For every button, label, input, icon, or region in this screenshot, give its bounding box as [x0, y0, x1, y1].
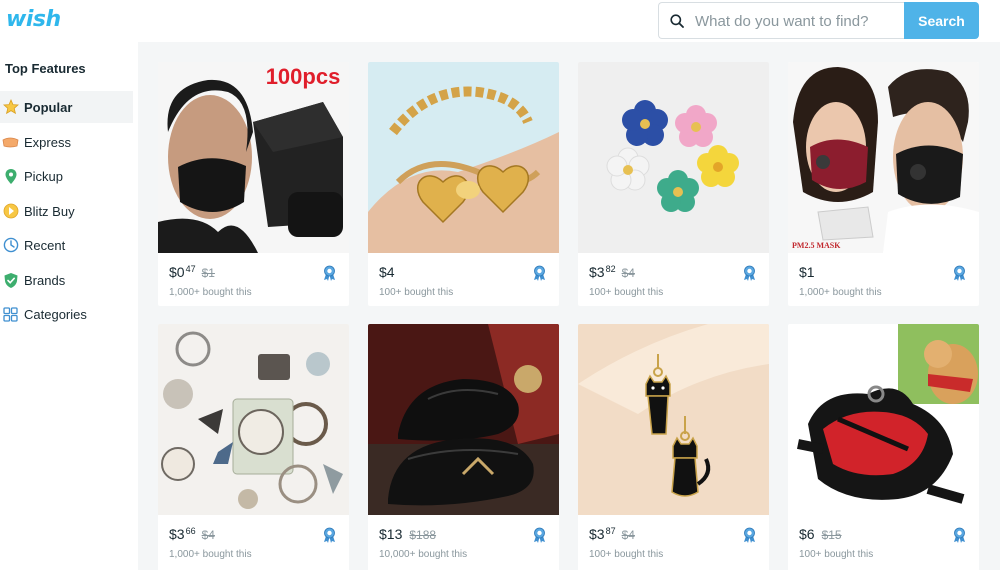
price: $13 $188 [379, 526, 436, 542]
product-image-vintage-stickers[interactable] [158, 324, 349, 515]
search-input[interactable] [695, 10, 895, 32]
original-price: $4 [621, 528, 635, 542]
product-card[interactable]: 100pcs $0 47 $1 1,000+ bought this [158, 62, 349, 306]
ribbon-badge-icon [534, 265, 545, 281]
product-image-pm25-face-masks[interactable]: PM2.5 MASK [788, 62, 979, 253]
original-price: $4 [201, 528, 215, 542]
price: $3 82 $4 [589, 264, 635, 280]
search-box[interactable] [658, 2, 905, 39]
ribbon-badge-icon [324, 265, 335, 281]
express-icon [2, 134, 19, 151]
price-main: $6 [799, 526, 815, 542]
original-price: $15 [821, 528, 842, 542]
ribbon-badge-icon [954, 527, 965, 543]
price: $6 $15 [799, 526, 842, 542]
product-card[interactable]: $4 100+ bought this [368, 62, 559, 306]
price-cents: 87 [605, 526, 616, 536]
price-main: $3 [169, 526, 185, 542]
star-icon [2, 99, 19, 116]
blitz-buy-icon [2, 203, 19, 220]
sidebar-item-pickup[interactable]: Pickup [0, 160, 133, 192]
search-button[interactable]: Search [904, 2, 979, 39]
grid-icon [2, 306, 19, 323]
product-card[interactable]: PM2.5 MASK $1 1,000+ bought this [788, 62, 979, 306]
sidebar-item-label: Brands [24, 272, 66, 288]
product-card[interactable]: $6 $15 100+ bought this [788, 324, 979, 574]
product-image-gold-heart-bracelet[interactable] [368, 62, 559, 253]
price-main: $0 [169, 264, 185, 280]
original-price: $4 [621, 266, 635, 280]
bought-count: 1,000+ bought this [799, 287, 882, 298]
price-main: $4 [379, 264, 395, 280]
image-text: PM2.5 MASK [792, 241, 841, 250]
price-cents: 47 [185, 264, 196, 274]
bought-count: 100+ bought this [589, 287, 664, 298]
sidebar-item-recent[interactable]: Recent [0, 229, 133, 261]
search-icon [670, 14, 684, 28]
image-text: 100pcs [266, 64, 341, 89]
price: $3 66 $4 [169, 526, 215, 542]
original-price: $188 [409, 528, 437, 542]
clock-icon [2, 237, 19, 254]
price: $0 47 $1 [169, 264, 215, 280]
product-card[interactable]: $3 66 $4 1,000+ bought this [158, 324, 349, 574]
product-card[interactable]: $3 87 $4 100+ bought this [578, 324, 769, 574]
original-price: $1 [201, 266, 215, 280]
product-card[interactable]: $3 82 $4 100+ bought this [578, 62, 769, 306]
product-image-black-leather-shoes[interactable] [368, 324, 559, 515]
sidebar-item-blitz-buy[interactable]: Blitz Buy [0, 195, 133, 227]
sidebar-item-label: Categories [24, 306, 87, 322]
sidebar-item-label: Pickup [24, 168, 64, 184]
brand-shield-icon [2, 272, 19, 289]
sidebar-item-label: Express [24, 134, 71, 150]
sidebar-item-brands[interactable]: Brands [0, 264, 133, 296]
ribbon-badge-icon [534, 527, 545, 543]
sidebar-item-popular[interactable]: Popular [0, 91, 133, 123]
product-image-black-face-masks[interactable]: 100pcs [158, 62, 349, 253]
bought-count: 100+ bought this [379, 287, 454, 298]
product-image-cat-earrings[interactable] [578, 324, 769, 515]
bought-count: 1,000+ bought this [169, 287, 252, 298]
pickup-pin-icon [2, 168, 19, 185]
sidebar-item-express[interactable]: Express [0, 126, 133, 158]
ribbon-badge-icon [744, 265, 755, 281]
product-image-flower-earrings[interactable] [578, 62, 769, 253]
product-card[interactable]: $13 $188 10,000+ bought this [368, 324, 559, 574]
price-main: $3 [589, 264, 605, 280]
wish-logo[interactable]: wish [6, 7, 61, 32]
price-main: $3 [589, 526, 605, 542]
price: $3 87 $4 [589, 526, 635, 542]
top-bar: wish Search [0, 0, 1000, 42]
sidebar-title: Top Features [5, 61, 86, 76]
product-grid: 100pcs $0 47 $1 1,000+ bought this $4 100+… [138, 42, 1000, 574]
price-main: $1 [799, 264, 815, 280]
ribbon-badge-icon [324, 527, 335, 543]
sidebar-item-label: Blitz Buy [24, 203, 75, 219]
price-cents: 66 [185, 526, 196, 536]
bought-count: 100+ bought this [799, 549, 874, 560]
product-image-dog-harness[interactable] [788, 324, 979, 515]
price-main: $13 [379, 526, 403, 542]
bought-count: 10,000+ bought this [379, 549, 468, 560]
price: $1 [799, 264, 822, 280]
sidebar: Top Features Popular Express Pickup Blit… [0, 42, 138, 570]
bought-count: 1,000+ bought this [169, 549, 252, 560]
bought-count: 100+ bought this [589, 549, 664, 560]
sidebar-item-categories[interactable]: Categories [0, 298, 133, 330]
price-cents: 82 [605, 264, 616, 274]
price: $4 [379, 264, 402, 280]
sidebar-item-label: Popular [24, 99, 73, 115]
sidebar-item-label: Recent [24, 237, 66, 253]
ribbon-badge-icon [744, 527, 755, 543]
ribbon-badge-icon [954, 265, 965, 281]
